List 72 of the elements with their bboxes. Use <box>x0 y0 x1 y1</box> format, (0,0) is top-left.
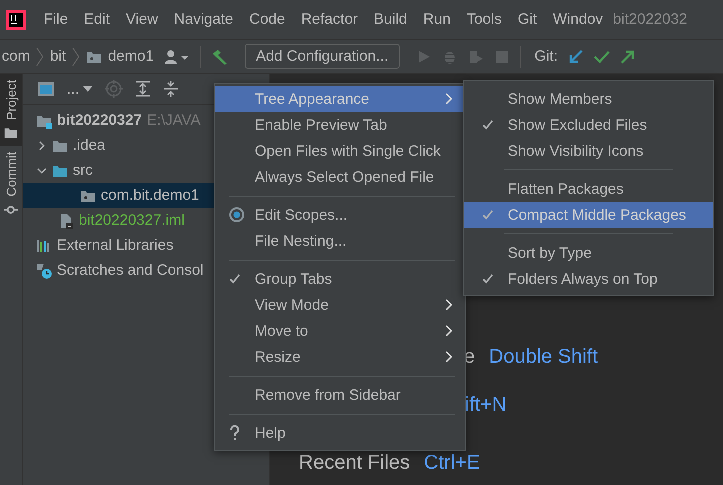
menu-item[interactable]: Show Members <box>464 86 713 112</box>
tree-item-label: src <box>73 162 93 179</box>
chevron-right-icon[interactable] <box>37 140 47 150</box>
menu-item[interactable]: Show Visibility Icons <box>464 138 713 164</box>
menu-item[interactable]: Compact Middle Packages <box>464 202 713 228</box>
side-tab[interactable]: Commit <box>0 146 22 224</box>
user-dropdown-icon[interactable] <box>164 48 190 64</box>
add-configuration-button[interactable]: Add Configuration... <box>245 44 400 69</box>
view-selector[interactable]: ... <box>67 80 93 98</box>
radio-button[interactable] <box>229 207 245 223</box>
breadcrumb-item[interactable]: demo1 <box>108 48 154 65</box>
menu-item[interactable]: Tree Appearance <box>215 86 465 112</box>
menu-item[interactable]: Run <box>415 11 459 28</box>
chevron-down-icon[interactable] <box>37 166 47 176</box>
tree-item-label: .idea <box>73 137 106 154</box>
menu-item[interactable]: Open Files with Single Click <box>215 138 465 164</box>
menu-item[interactable]: File Nesting... <box>215 228 465 254</box>
menu-item[interactable]: View <box>118 11 166 28</box>
caret-icon <box>82 86 93 92</box>
libraries-icon <box>36 238 52 254</box>
menu-item[interactable]: Flatten Packages <box>464 176 713 202</box>
collapse-all-icon[interactable] <box>162 81 179 97</box>
git-label: Git: <box>534 48 558 65</box>
project-view-icon[interactable] <box>37 81 55 97</box>
side-tab[interactable]: Project <box>0 74 22 146</box>
menu-item[interactable]: Windov <box>545 11 612 28</box>
breadcrumb-item[interactable]: bit <box>50 48 66 65</box>
menu-item[interactable]: Code <box>241 11 294 28</box>
menu-item[interactable]: Edit <box>76 11 118 28</box>
menu-item[interactable]: Sort by Type <box>464 240 713 266</box>
shortcut-text: Double Shift <box>489 346 598 369</box>
menu-item[interactable]: Group Tabs <box>215 266 465 292</box>
expand-all-icon[interactable] <box>134 81 151 97</box>
path-label: E:\JAVA <box>147 112 201 129</box>
menu-item[interactable]: Tools <box>458 11 510 28</box>
file-icon <box>58 212 74 228</box>
menu-item[interactable]: Resize <box>215 344 465 370</box>
menu-item[interactable]: Move to <box>215 318 465 344</box>
breadcrumb-separator-icon <box>36 46 44 66</box>
menu-item[interactable]: Enable Preview Tab <box>215 112 465 138</box>
shortcut-text: ift+N <box>465 394 507 417</box>
tree-item-label: bit20220327.iml <box>79 212 185 229</box>
menu-item[interactable]: Git <box>510 11 546 28</box>
crosshair-icon[interactable] <box>104 80 123 98</box>
window-title: bit2022032 <box>613 11 688 28</box>
menu-item[interactable]: Folders Always on Top <box>464 266 713 292</box>
menu-item[interactable]: Refactor <box>293 11 366 28</box>
menu-item[interactable]: Show Excluded Files <box>464 112 713 138</box>
stop-icon[interactable] <box>494 48 510 64</box>
menu-item[interactable]: File <box>36 11 76 28</box>
shortcut-text: Ctrl+E <box>424 452 480 475</box>
coverage-icon[interactable] <box>468 48 484 64</box>
menu-item[interactable]: Remove from Sidebar <box>215 382 465 408</box>
arrow-down-left-icon[interactable] <box>568 48 584 64</box>
tree-item-label: com.bit.demo1 <box>101 187 200 204</box>
checkmark-icon[interactable] <box>594 48 610 64</box>
app-logo-icon <box>6 10 26 30</box>
arrow-up-right-icon[interactable] <box>620 48 636 64</box>
menu-item[interactable]: View Mode <box>215 292 465 318</box>
menu-item[interactable]: Build <box>366 11 416 28</box>
hint-label: Recent Files <box>299 452 410 475</box>
scratches-icon <box>36 262 52 278</box>
menu-item[interactable]: Help <box>215 420 465 446</box>
menu-item[interactable]: Navigate <box>166 11 242 28</box>
tree-item-label: Scratches and Consol <box>57 262 204 279</box>
hammer-icon[interactable] <box>211 48 230 66</box>
tree-item-label: External Libraries <box>57 237 174 254</box>
tree-item-label: bit20220327 <box>57 112 142 129</box>
folder-icon <box>4 126 18 140</box>
help-icon <box>229 425 241 441</box>
breadcrumb-separator-icon <box>72 46 80 66</box>
breadcrumb-item[interactable]: com <box>2 48 30 65</box>
